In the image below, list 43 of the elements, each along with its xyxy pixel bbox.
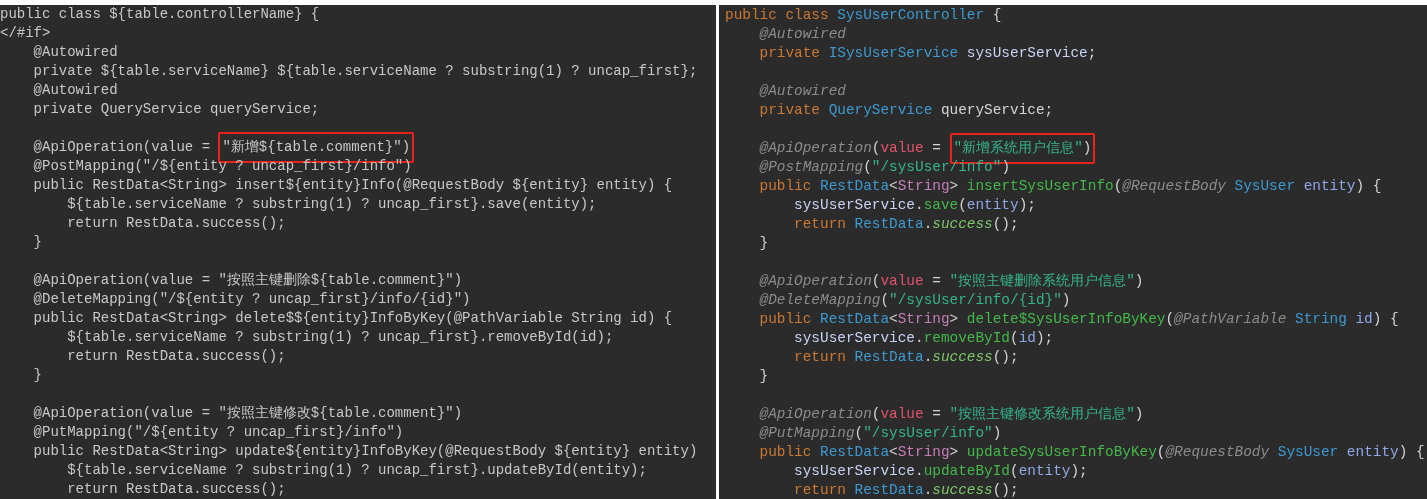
code-line: sysUserService.updateById(entity); bbox=[793, 462, 1089, 481]
code-text: @ApiOperation(value = bbox=[32, 138, 212, 157]
code-line: </#if> bbox=[0, 24, 52, 43]
code-line: return RestData.success(); bbox=[793, 481, 1020, 499]
code-line: } bbox=[758, 367, 770, 386]
code-line: } bbox=[32, 366, 43, 385]
code-line: } bbox=[758, 234, 770, 253]
code-line: ${table.serviceName ? substring(1) ? uncap_first}.save(entity); bbox=[66, 195, 598, 214]
code-line: @PutMapping("/${entity ? uncap_first}/info") bbox=[32, 423, 405, 442]
code-line: public class ${table.controllerName} { bbox=[0, 5, 321, 24]
code-line: sysUserService.removeById(id); bbox=[793, 329, 1055, 348]
code-line: @PutMapping("/sysUser/info") bbox=[758, 424, 1003, 443]
code-line: return RestData.success(); bbox=[66, 214, 287, 233]
code-line: sysUserService.save(entity); bbox=[793, 196, 1037, 215]
code-line: @DeleteMapping("/${entity ? uncap_first}/info/{id}") bbox=[32, 290, 472, 309]
code-line: @Autowired bbox=[32, 81, 119, 100]
code-line: @Autowired bbox=[32, 43, 119, 62]
code-line: @ApiOperation(value = "按照主键删除系统用户信息") bbox=[758, 272, 1145, 291]
code-line: @Autowired bbox=[758, 82, 847, 101]
code-line: } bbox=[32, 233, 43, 252]
code-line: public class SysUserController { bbox=[725, 6, 1003, 25]
code-line: private ISysUserService sysUserService; bbox=[758, 44, 1098, 63]
code-text: @ApiOperation(value = bbox=[758, 139, 942, 158]
code-line: @ApiOperation(value = "按照主键修改${table.comment}") bbox=[32, 404, 464, 423]
code-line: public RestData<String> delete$${entity}InfoByKey(@PathVariable String id) { bbox=[32, 309, 674, 328]
code-line: public RestData<String> insert${entity}Info(@RequestBody ${entity} entity) { bbox=[32, 176, 674, 195]
code-line: public RestData<String> update${entity}InfoByKey(@RequestBody ${entity} entity) bbox=[32, 442, 699, 461]
code-line: return RestData.success(); bbox=[66, 480, 287, 499]
code-line: private ${table.serviceName} ${table.serviceName ? substring(1) ? uncap_first}; bbox=[32, 62, 699, 81]
code-line: public RestData<String> insertSysUserInfo(@RequestBody SysUser entity) { bbox=[758, 177, 1383, 196]
code-line: @ApiOperation(value = "按照主键修改系统用户信息") bbox=[758, 405, 1145, 424]
code-line: ${table.serviceName ? substring(1) ? uncap_first}.removeById(id); bbox=[66, 328, 615, 347]
code-line: @Autowired bbox=[758, 25, 847, 44]
code-line: return RestData.success(); bbox=[793, 215, 1020, 234]
code-line: @ApiOperation(value = "按照主键删除${table.comment}") bbox=[32, 271, 464, 290]
code-line: return RestData.success(); bbox=[66, 347, 287, 366]
code-line: return RestData.success(); bbox=[793, 348, 1020, 367]
code-line: private QueryService queryService; bbox=[32, 100, 321, 119]
code-line: public RestData<String> delete$SysUserInfoByKey(@PathVariable String id) { bbox=[758, 310, 1400, 329]
code-line: ${table.serviceName ? substring(1) ? uncap_first}.updateById(entity); bbox=[66, 461, 648, 480]
code-line: @DeleteMapping("/sysUser/info/{id}") bbox=[758, 291, 1072, 310]
code-line: public RestData<String> updateSysUserInfoByKey(@RequestBody SysUser entity) { bbox=[758, 443, 1426, 462]
code-line: private QueryService queryService; bbox=[758, 101, 1055, 120]
